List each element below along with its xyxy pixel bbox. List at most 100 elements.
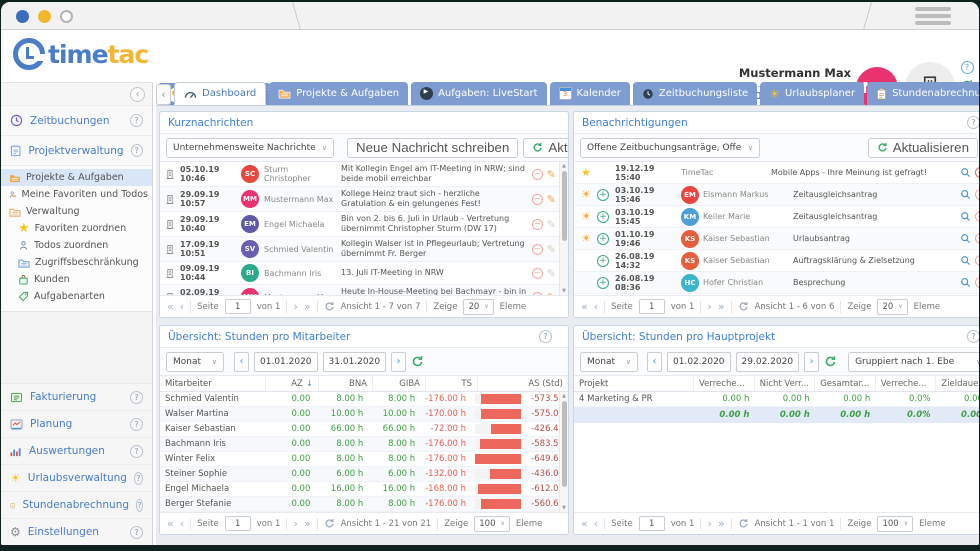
sidebar-item-fakturierung[interactable]: Fakturierung ?: [1, 383, 152, 410]
magnifier-icon[interactable]: [960, 167, 971, 178]
column-header[interactable]: Nicht Verr...: [755, 376, 816, 391]
sidebar-item-einstellungen[interactable]: Einstellungen ?: [1, 518, 152, 545]
sidebar-item-kunden[interactable]: Kunden: [1, 271, 152, 288]
dismiss-icon[interactable]: [975, 233, 979, 244]
first-page-icon[interactable]: [167, 518, 174, 529]
refresh-icon[interactable]: [824, 355, 837, 368]
scrollbar[interactable]: [559, 162, 568, 295]
sidebar-item-auswertungen[interactable]: Auswertungen ?: [1, 437, 152, 464]
sidebar-item-projektverwaltung[interactable]: Projektverwaltung ?: [1, 135, 152, 165]
scroll-down-icon[interactable]: [560, 504, 568, 512]
help-icon[interactable]: ?: [131, 144, 143, 157]
prev-page-icon[interactable]: [180, 301, 184, 312]
sidebar-item-zeitbuchungen[interactable]: Zeitbuchungen ?: [1, 105, 152, 135]
page-input[interactable]: [225, 516, 251, 531]
page-size-select[interactable]: 20: [877, 299, 907, 315]
tab-urlaubsplaner[interactable]: Urlaubsplaner: [760, 82, 864, 105]
scroll-down-icon[interactable]: [560, 287, 568, 295]
next-page-icon[interactable]: [293, 301, 297, 312]
tab-zeitbuchungsliste[interactable]: Zeitbuchungsliste: [633, 82, 757, 105]
help-icon[interactable]: ?: [539, 330, 552, 343]
last-page-icon[interactable]: [304, 518, 311, 529]
last-page-icon[interactable]: [718, 518, 725, 529]
last-page-icon[interactable]: [718, 301, 725, 312]
sidebar-collapse-button[interactable]: [130, 87, 145, 102]
delete-icon[interactable]: [532, 194, 543, 205]
page-size-select[interactable]: 100: [474, 516, 510, 532]
page-input[interactable]: [639, 516, 665, 531]
scrollbar-thumb[interactable]: [562, 401, 567, 487]
magnifier-icon[interactable]: [960, 211, 971, 222]
scroll-up-icon[interactable]: [560, 392, 568, 400]
prev-period-icon[interactable]: [234, 352, 249, 372]
help-icon[interactable]: ?: [967, 330, 979, 343]
magnifier-icon[interactable]: [960, 233, 971, 244]
hamburger-menu-icon[interactable]: [915, 7, 951, 28]
period-select[interactable]: Monat: [166, 352, 224, 372]
window-dot-yellow-icon[interactable]: [38, 10, 51, 23]
tab-dashboard[interactable]: Dashboard: [174, 82, 266, 105]
column-header[interactable]: AS (Std): [478, 376, 568, 391]
date-from-input[interactable]: 01.01.2020: [254, 352, 318, 372]
delete-icon[interactable]: [532, 244, 543, 255]
add-booking-icon[interactable]: [597, 211, 609, 223]
dismiss-icon[interactable]: [975, 211, 979, 222]
column-header[interactable]: Zieldauer: [936, 376, 979, 391]
next-page-icon[interactable]: [707, 518, 711, 529]
column-header[interactable]: Projekt: [574, 376, 694, 391]
refresh-icon[interactable]: [738, 518, 749, 529]
sidebar-item-todos-zuordnen[interactable]: Todos zuordnen: [1, 237, 152, 254]
prev-page-icon[interactable]: [594, 518, 598, 529]
date-from-input[interactable]: 01.02.2020: [667, 352, 731, 372]
sidebar-item-aufgabenarten[interactable]: Aufgabenarten: [1, 288, 152, 305]
dismiss-icon[interactable]: [975, 277, 979, 288]
tabs-scroll-left-button[interactable]: [156, 84, 171, 105]
column-header[interactable]: GIBA: [373, 376, 426, 391]
refresh-icon[interactable]: [324, 301, 335, 312]
dismiss-icon[interactable]: [975, 167, 979, 178]
sidebar-item-verwaltung[interactable]: Verwaltung: [1, 203, 152, 220]
column-header[interactable]: Verreche...: [694, 376, 755, 391]
help-icon[interactable]: ?: [130, 526, 143, 539]
edit-icon[interactable]: [547, 169, 556, 180]
page-size-select[interactable]: 100: [877, 516, 913, 532]
window-dot-white-icon[interactable]: [60, 10, 73, 23]
refresh-icon[interactable]: [411, 355, 424, 368]
period-select[interactable]: Monat: [580, 352, 638, 372]
edit-icon[interactable]: [547, 194, 556, 205]
delete-icon[interactable]: [532, 268, 543, 279]
magnifier-icon[interactable]: [960, 189, 971, 200]
edit-icon[interactable]: [547, 292, 556, 296]
next-period-icon[interactable]: [804, 352, 819, 372]
window-dot-blue-icon[interactable]: [16, 10, 29, 23]
help-icon[interactable]: ?: [136, 499, 143, 512]
sidebar-item-zugriffsbeschraenkung[interactable]: Zugriffsbeschränkung: [1, 254, 152, 271]
sidebar-item-planung[interactable]: Planung ?: [1, 410, 152, 437]
page-input[interactable]: [639, 299, 665, 314]
last-page-icon[interactable]: [304, 301, 311, 312]
column-header[interactable]: Gesamtar...: [815, 376, 876, 391]
refresh-button[interactable]: Aktualisieren: [523, 138, 569, 158]
refresh-icon[interactable]: [738, 301, 749, 312]
delete-icon[interactable]: [532, 169, 543, 180]
next-page-icon[interactable]: [707, 301, 711, 312]
column-header[interactable]: Verreche...: [876, 376, 937, 391]
date-to-input[interactable]: 29.02.2020: [736, 352, 800, 372]
tab-stundenabrechnung[interactable]: Stundenabrechnung: [867, 82, 979, 105]
first-page-icon[interactable]: [581, 518, 588, 529]
add-booking-icon[interactable]: [597, 189, 609, 201]
add-booking-icon[interactable]: [597, 233, 609, 245]
tab-projekte-aufgaben[interactable]: Projekte & Aufgaben: [269, 82, 408, 105]
help-icon[interactable]: ?: [961, 61, 974, 74]
help-icon[interactable]: ?: [130, 418, 143, 431]
prev-page-icon[interactable]: [594, 301, 598, 312]
message-filter-select[interactable]: Unternehmensweite Nachrichten, N: [166, 138, 334, 158]
magnifier-icon[interactable]: [960, 255, 971, 266]
add-booking-icon[interactable]: [597, 277, 609, 289]
column-header-sorted[interactable]: AZ: [266, 376, 319, 391]
notification-filter-select[interactable]: Offene Zeitbuchungsanträge, Offen: [580, 138, 760, 158]
add-booking-icon[interactable]: [597, 255, 609, 267]
column-header[interactable]: Mitarbeiter: [160, 376, 266, 391]
sidebar-item-projekte-aufgaben[interactable]: Projekte & Aufgaben: [1, 169, 152, 186]
sidebar-item-favoriten-zuordnen[interactable]: Favoriten zuordnen: [1, 220, 152, 237]
